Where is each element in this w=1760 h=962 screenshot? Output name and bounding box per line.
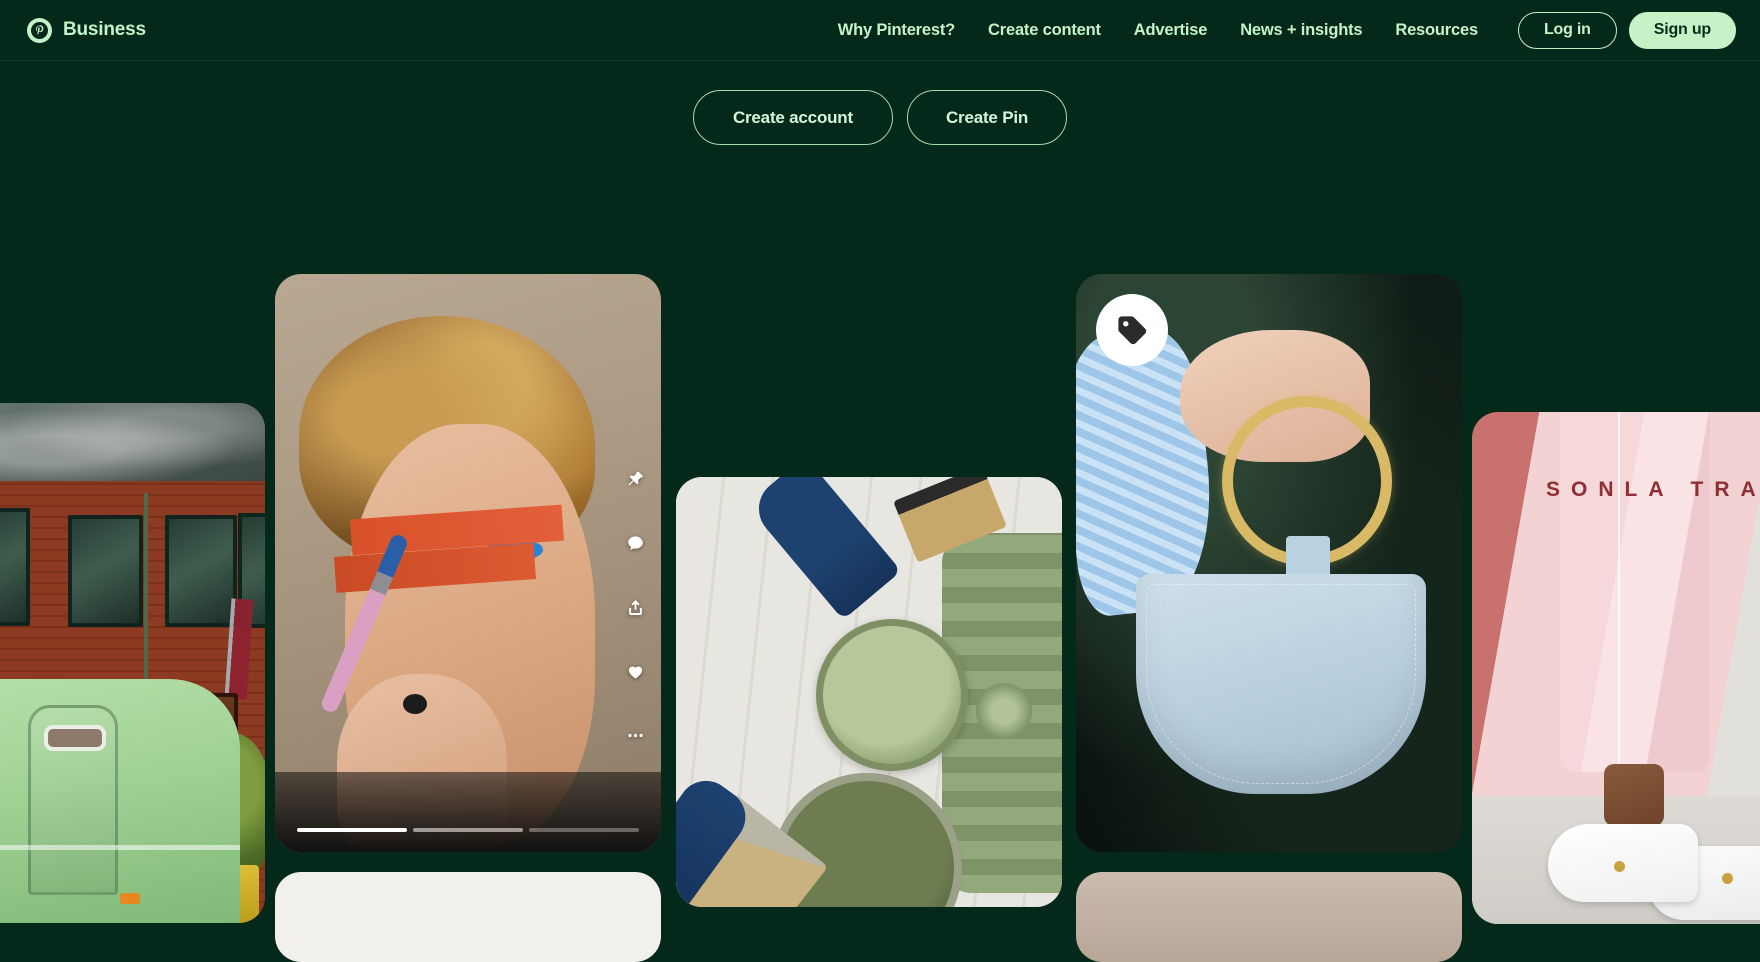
nav-item-news-insights[interactable]: News + insights: [1240, 21, 1362, 40]
pin-image-makeup: [275, 274, 661, 852]
story-progress-bar[interactable]: [297, 828, 639, 832]
pin-card-fashion[interactable]: SONLA TRA: [1472, 412, 1760, 924]
cta-row: Create account Create Pin: [0, 90, 1760, 145]
pin-save-icon[interactable]: [626, 470, 645, 494]
comment-bubble-icon[interactable]: [626, 534, 645, 558]
trailer-shape: [0, 679, 240, 923]
pin-card-peek-tan[interactable]: [1076, 872, 1462, 962]
pin-card-makeup[interactable]: [275, 274, 661, 852]
pin-overlay-text: SONLA TRA: [1546, 478, 1760, 501]
window-shape: [165, 515, 237, 627]
window-shape: [68, 515, 143, 627]
story-segment: [297, 828, 407, 832]
create-pin-button[interactable]: Create Pin: [906, 90, 1068, 145]
trailer-light-shape: [120, 893, 140, 904]
auth-buttons: Log in Sign up: [1517, 11, 1736, 49]
trailer-stripe-shape: [0, 845, 240, 850]
window-shape: [0, 508, 30, 626]
nav-item-why-pinterest[interactable]: Why Pinterest?: [838, 21, 956, 40]
pin-image-trailer: [0, 403, 265, 923]
trailer-window-shape: [44, 725, 106, 751]
main-nav: Why Pinterest? Create content Advertise …: [838, 21, 1478, 40]
price-tag-icon[interactable]: [1096, 294, 1168, 366]
pink-trousers-shape: [1560, 412, 1710, 772]
pin-card-trailer[interactable]: [0, 403, 265, 923]
sneaker-eyelet-shape: [1722, 873, 1733, 884]
story-segment: [413, 828, 523, 832]
signup-button[interactable]: Sign up: [1628, 11, 1736, 49]
heart-icon[interactable]: [626, 662, 645, 686]
share-upload-icon[interactable]: [626, 598, 645, 622]
paint-brush-handle-shape: [746, 477, 902, 620]
nail-shape: [403, 694, 427, 714]
story-segment: [529, 828, 639, 832]
brand-label: Business: [63, 19, 146, 40]
nav-item-create-content[interactable]: Create content: [988, 21, 1101, 40]
login-button[interactable]: Log in: [1517, 11, 1617, 49]
pin-image-fashion: SONLA TRA: [1472, 412, 1760, 924]
shoulder-shape: [275, 772, 661, 852]
create-account-button[interactable]: Create account: [692, 90, 893, 145]
more-dots-icon[interactable]: [626, 726, 645, 750]
pin-image-paint: [676, 477, 1062, 907]
brand-logo[interactable]: Business: [27, 17, 146, 43]
ankle-shape: [1604, 764, 1664, 826]
pin-card-peek-light[interactable]: [275, 872, 661, 962]
pin-card-paint[interactable]: [676, 477, 1062, 907]
pin-card-handbag[interactable]: [1076, 274, 1462, 852]
roof-shape: [0, 403, 265, 481]
pin-action-bar: [626, 470, 645, 750]
paint-can-shape: [816, 619, 968, 771]
site-header: Business Why Pinterest? Create content A…: [0, 0, 1760, 61]
pinterest-p-icon: [27, 17, 52, 43]
handbag-body-shape: [1136, 574, 1426, 794]
sneaker-eyelet-shape: [1614, 861, 1625, 872]
nav-item-resources[interactable]: Resources: [1395, 21, 1478, 40]
nav-item-advertise[interactable]: Advertise: [1134, 21, 1208, 40]
